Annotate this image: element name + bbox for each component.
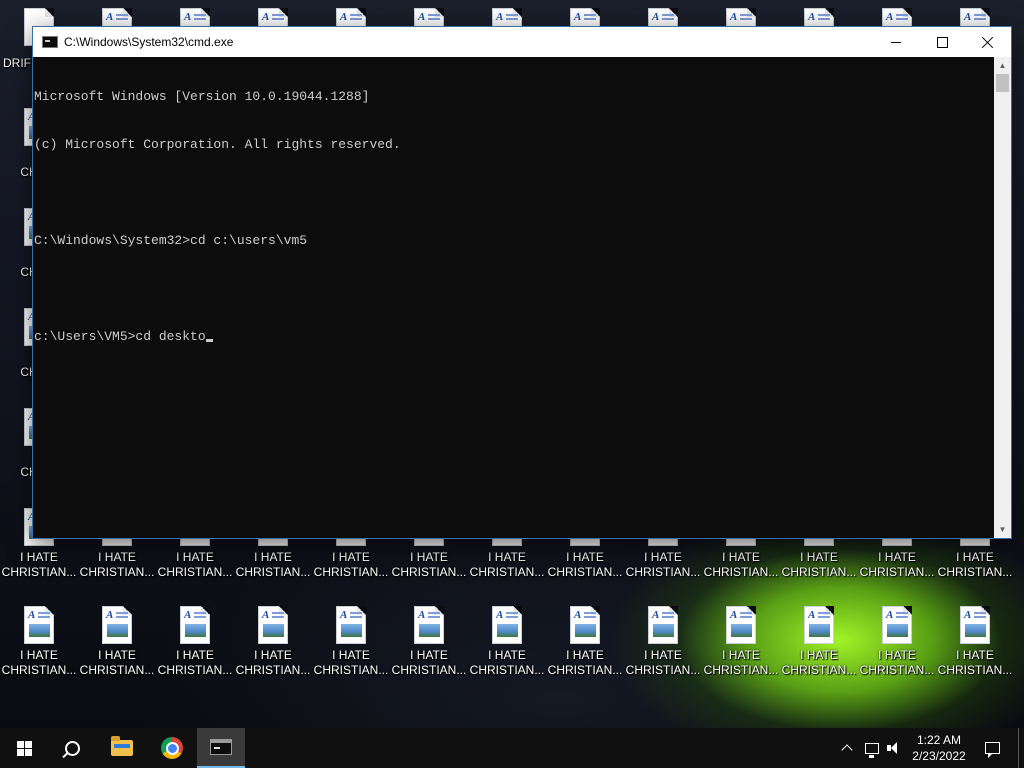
icon-label: I HATE CHRISTIAN... [547, 550, 623, 579]
icon-label: I HATE CHRISTIAN... [547, 648, 623, 677]
icon-label: I HATE CHRISTIAN... [781, 648, 857, 677]
desktop-document-icon[interactable]: A I HATECHRISTIAN... [236, 598, 310, 690]
icon-label: I HATE CHRISTIAN... [625, 550, 701, 579]
icon-label: I HATE CHRISTIAN... [781, 550, 857, 579]
minimize-icon [891, 41, 901, 43]
console-prompt-text: c:\Users\VM5>cd deskto [34, 329, 206, 344]
close-icon [982, 36, 994, 48]
desktop-document-icon[interactable]: A I HATECHRISTIAN... [2, 598, 76, 690]
close-button[interactable] [965, 27, 1011, 57]
document-icon: A [648, 606, 678, 644]
icon-label: I HATE CHRISTIAN... [79, 550, 155, 579]
command-prompt-icon [210, 739, 232, 755]
document-icon: A [882, 606, 912, 644]
icon-label: I HATE CHRISTIAN... [859, 648, 935, 677]
scroll-up-button[interactable]: ▲ [994, 57, 1011, 74]
windows-logo-icon [16, 740, 32, 756]
scroll-thumb[interactable] [996, 74, 1009, 92]
icon-label: I HATE CHRISTIAN... [625, 648, 701, 677]
icon-label: I HATE CHRISTIAN... [1, 648, 77, 677]
desktop-document-icon[interactable]: A I HATECHRISTIAN... [80, 598, 154, 690]
console-line: (c) Microsoft Corporation. All rights re… [34, 137, 401, 152]
icon-label: I HATE CHRISTIAN... [469, 550, 545, 579]
icon-label: I HATE CHRISTIAN... [157, 550, 233, 579]
icon-label: I HATE CHRISTIAN... [391, 648, 467, 677]
clock-date: 2/23/2022 [912, 749, 966, 763]
chrome-icon [161, 737, 183, 759]
show-hidden-icons-button[interactable] [836, 728, 858, 768]
console-line: Microsoft Windows [Version 10.0.19044.12… [34, 89, 370, 104]
document-icon: A [180, 606, 210, 644]
document-icon: A [336, 606, 366, 644]
volume-button[interactable] [884, 728, 906, 768]
icon-label: I HATE CHRISTIAN... [469, 648, 545, 677]
search-icon [64, 740, 80, 756]
desktop-document-icon[interactable]: A I HATECHRISTIAN... [860, 598, 934, 690]
document-icon: A [726, 606, 756, 644]
document-icon: A [960, 606, 990, 644]
icon-label: I HATE CHRISTIAN... [157, 648, 233, 677]
desktop-document-icon[interactable]: A I HATECHRISTIAN... [938, 598, 1012, 690]
window-title: C:\Windows\System32\cmd.exe [64, 35, 234, 49]
document-icon: A [102, 606, 132, 644]
maximize-button[interactable] [919, 27, 965, 57]
console-input-line[interactable]: c:\Users\VM5>cd deskto [34, 329, 994, 345]
command-prompt-taskbar-button[interactable] [197, 728, 245, 768]
icon-label: I HATE CHRISTIAN... [79, 648, 155, 677]
folder-icon [111, 736, 133, 756]
icon-label: I HATE CHRISTIAN... [937, 550, 1013, 579]
minimize-button[interactable] [873, 27, 919, 57]
start-button[interactable] [0, 728, 48, 768]
icon-label: I HATE CHRISTIAN... [313, 648, 389, 677]
clock-time: 1:22 AM [916, 733, 962, 747]
vertical-scrollbar[interactable]: ▲ ▼ [994, 57, 1011, 538]
icon-label: I HATE CHRISTIAN... [1, 550, 77, 579]
icon-label: I HATE CHRISTIAN... [703, 550, 779, 579]
text-cursor [205, 339, 213, 342]
document-icon: A [24, 606, 54, 644]
command-prompt-icon[interactable] [42, 36, 58, 48]
document-icon: A [570, 606, 600, 644]
icon-label: I HATE CHRISTIAN... [937, 648, 1013, 677]
icon-label: I HATE CHRISTIAN... [235, 648, 311, 677]
desktop-document-icon[interactable]: A I HATECHRISTIAN... [158, 598, 232, 690]
console-output[interactable]: Microsoft Windows [Version 10.0.19044.12… [33, 57, 994, 538]
cmd-window[interactable]: C:\Windows\System32\cmd.exe Microsoft Wi… [33, 27, 1011, 538]
cmd-titlebar[interactable]: C:\Windows\System32\cmd.exe [33, 27, 1011, 57]
desktop-document-icon[interactable]: A I HATECHRISTIAN... [392, 598, 466, 690]
volume-icon [887, 742, 903, 754]
chrome-button[interactable] [148, 728, 196, 768]
notification-icon [984, 742, 1000, 758]
icon-label: I HATE CHRISTIAN... [391, 550, 467, 579]
taskbar: 1:22 AM 2/23/2022 [0, 728, 1024, 768]
network-icon [865, 742, 879, 758]
desktop-document-icon[interactable]: A I HATECHRISTIAN... [782, 598, 856, 690]
desktop-document-icon[interactable]: A I HATECHRISTIAN... [314, 598, 388, 690]
document-icon: A [804, 606, 834, 644]
icon-label: I HATE CHRISTIAN... [703, 648, 779, 677]
show-desktop-button[interactable] [1018, 728, 1024, 768]
desktop-document-icon[interactable]: A I HATECHRISTIAN... [626, 598, 700, 690]
document-icon: A [258, 606, 288, 644]
document-icon: A [492, 606, 522, 644]
clock[interactable]: 1:22 AM 2/23/2022 [908, 731, 970, 765]
desktop-document-icon[interactable]: A I HATECHRISTIAN... [704, 598, 778, 690]
desktop-document-icon[interactable]: A I HATECHRISTIAN... [548, 598, 622, 690]
desktop-document-icon[interactable]: A I HATECHRISTIAN... [470, 598, 544, 690]
scroll-down-button[interactable]: ▼ [994, 521, 1011, 538]
action-center-button[interactable] [978, 728, 1006, 768]
icon-label: I HATE CHRISTIAN... [859, 550, 935, 579]
file-explorer-button[interactable] [98, 728, 146, 768]
document-icon: A [414, 606, 444, 644]
chevron-up-icon [841, 744, 853, 756]
console-line: C:\Windows\System32>cd c:\users\vm5 [34, 233, 308, 248]
icon-label: I HATE CHRISTIAN... [235, 550, 311, 579]
network-button[interactable] [861, 728, 883, 768]
maximize-icon [936, 36, 948, 48]
icon-label: I HATE CHRISTIAN... [313, 550, 389, 579]
search-button[interactable] [48, 728, 96, 768]
